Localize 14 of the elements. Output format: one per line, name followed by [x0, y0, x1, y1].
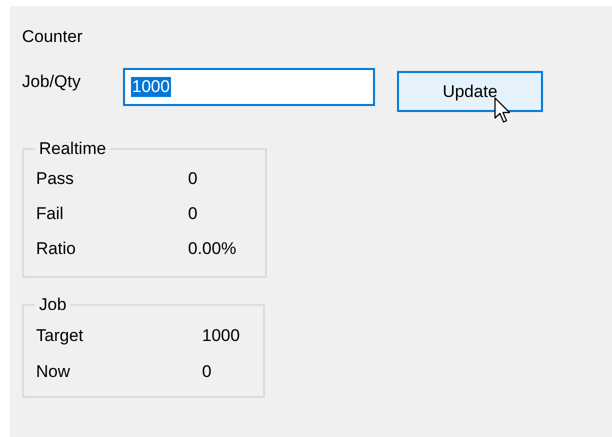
row-label: Target [36, 325, 84, 347]
row-value: 0.00% [188, 238, 236, 260]
row-value: 1000 [202, 325, 240, 347]
row-label: Fail [36, 203, 64, 225]
row-label: Pass [36, 168, 75, 190]
job-qty-field[interactable]: 1000 [123, 68, 375, 106]
row-label: Now [36, 361, 72, 383]
row-label: Ratio [36, 238, 77, 260]
row-value: 0 [188, 168, 198, 190]
job-qty-label: Job/Qty [22, 72, 82, 92]
row-value: 0 [202, 361, 212, 383]
row-value: 0 [188, 203, 198, 225]
update-button[interactable]: Update [397, 71, 543, 112]
section-title: Counter [22, 26, 84, 48]
